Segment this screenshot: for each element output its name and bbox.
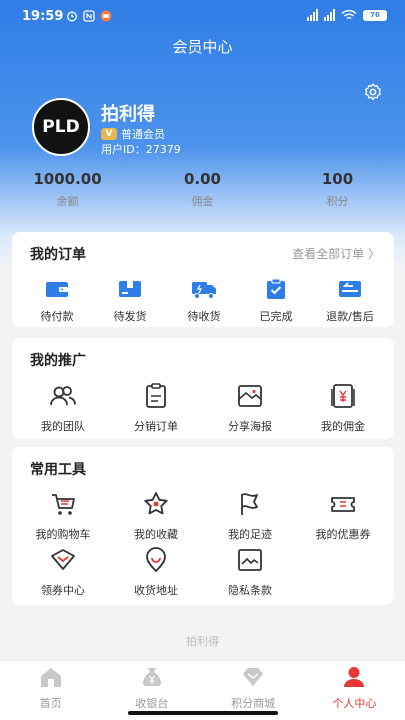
promo-label: 我的团队 xyxy=(41,420,85,433)
tool-label: 我的足迹 xyxy=(228,528,272,541)
user-id-label: 用户ID： xyxy=(101,143,146,156)
home-indicator xyxy=(128,711,278,715)
status-bar: 19:59 76 xyxy=(0,0,405,34)
stat-label: 佣金 xyxy=(191,195,214,208)
flag-icon xyxy=(241,493,258,515)
promo-distribution-orders[interactable]: 分销订单 xyxy=(111,382,201,434)
promotion-title: 我的推广 xyxy=(30,353,86,369)
tool-privacy[interactable]: 隐私条款 xyxy=(205,546,295,598)
nfc-icon xyxy=(83,10,95,22)
poster-icon xyxy=(238,385,262,407)
location-icon xyxy=(146,547,166,573)
order-label: 退款/售后 xyxy=(326,310,374,323)
status-right-icons: 76 xyxy=(307,9,387,21)
app-notification-icon xyxy=(100,10,112,22)
status-notification-icons xyxy=(66,10,112,22)
promo-label: 分享海报 xyxy=(228,420,272,433)
tool-label: 我的收藏 xyxy=(134,528,178,541)
money-bag-icon xyxy=(142,668,161,686)
vip-badge-icon: V xyxy=(101,128,117,140)
truck-icon xyxy=(192,282,216,299)
username: 拍利得 xyxy=(101,104,155,125)
signal-icon-2 xyxy=(324,9,335,21)
tab-profile[interactable]: 个人中心 xyxy=(304,661,405,720)
tool-label: 领券中心 xyxy=(41,584,85,597)
home-icon xyxy=(40,668,61,687)
tool-label: 隐私条款 xyxy=(228,584,272,597)
diamond-icon xyxy=(243,668,264,686)
footer-brand: 拍利得 xyxy=(186,635,219,648)
member-level-row: V 普通会员 xyxy=(101,126,165,142)
stat-value: 0.00 xyxy=(183,170,221,188)
promo-label: 分销订单 xyxy=(134,420,178,433)
cart-icon xyxy=(52,494,75,515)
view-all-orders-link[interactable]: 查看全部订单 〉 xyxy=(292,245,380,262)
stat-commission[interactable]: 0.00 佣金 xyxy=(135,170,270,209)
user-icon xyxy=(344,667,365,687)
tool-address[interactable]: 收货地址 xyxy=(111,546,201,598)
alarm-icon xyxy=(67,11,77,22)
box-icon xyxy=(119,281,141,297)
tools-title: 常用工具 xyxy=(30,462,86,478)
star-icon xyxy=(144,492,168,515)
tool-favorites[interactable]: 我的收藏 xyxy=(111,490,201,542)
coupon-center-icon xyxy=(51,549,75,570)
stat-balance[interactable]: 1000.00 余额 xyxy=(0,170,135,209)
promo-my-commission[interactable]: 我的佣金 xyxy=(298,382,388,434)
wallet-icon xyxy=(46,282,68,297)
order-doc-icon xyxy=(146,383,166,408)
battery-icon: 76 xyxy=(363,9,387,21)
promo-my-team[interactable]: 我的团队 xyxy=(18,382,108,434)
commission-icon xyxy=(331,384,355,408)
user-id-row: 用户ID：27379 xyxy=(101,141,181,157)
orders-card: 我的订单 查看全部订单 〉 待付款 待发货 待收货 已完成 退款/售后 xyxy=(12,232,394,327)
user-id-value: 27379 xyxy=(145,143,181,156)
stat-value: 100 xyxy=(321,170,354,188)
tab-label: 收银台 xyxy=(135,697,169,710)
stat-label: 积分 xyxy=(326,195,349,208)
page-title: 会员中心 xyxy=(172,38,233,56)
tool-label: 我的优惠券 xyxy=(315,528,371,541)
clipboard-check-icon xyxy=(267,278,285,299)
order-refund[interactable]: 退款/售后 xyxy=(304,278,396,324)
privacy-icon xyxy=(238,549,262,571)
refund-icon xyxy=(339,281,361,297)
tab-label: 首页 xyxy=(39,697,62,710)
tab-home[interactable]: 首页 xyxy=(0,661,101,720)
coupon-icon xyxy=(331,497,355,512)
tool-coupon-center[interactable]: 领券中心 xyxy=(18,546,108,598)
member-level: 普通会员 xyxy=(121,128,165,141)
status-time: 19:59 xyxy=(22,9,64,24)
orders-title: 我的订单 xyxy=(30,247,86,263)
signal-icon xyxy=(307,9,318,21)
tool-label: 我的购物车 xyxy=(35,528,91,541)
stat-label: 余额 xyxy=(56,195,79,208)
tab-label: 积分商城 xyxy=(231,697,276,710)
promo-label: 我的佣金 xyxy=(321,420,365,433)
stat-points[interactable]: 100 积分 xyxy=(270,170,405,209)
tool-cart[interactable]: 我的购物车 xyxy=(18,490,108,542)
team-icon xyxy=(50,386,76,406)
account-stats: 1000.00 余额 0.00 佣金 100 积分 xyxy=(0,170,405,209)
avatar[interactable]: PLD xyxy=(32,98,90,156)
tools-card: 常用工具 我的购物车 我的收藏 我的足迹 我的优惠券 领券中心 收货地址 隐私条… xyxy=(12,447,394,605)
promotion-card: 我的推广 我的团队 分销订单 分享海报 我的佣金 xyxy=(12,338,394,439)
settings-gear-icon[interactable] xyxy=(363,82,383,102)
tool-footprints[interactable]: 我的足迹 xyxy=(205,490,295,542)
wifi-icon xyxy=(341,9,357,20)
tool-label: 收货地址 xyxy=(134,584,178,597)
tab-label: 个人中心 xyxy=(332,697,377,710)
stat-value: 1000.00 xyxy=(33,170,102,188)
promo-share-poster[interactable]: 分享海报 xyxy=(205,382,295,434)
tool-coupons[interactable]: 我的优惠券 xyxy=(298,490,388,542)
